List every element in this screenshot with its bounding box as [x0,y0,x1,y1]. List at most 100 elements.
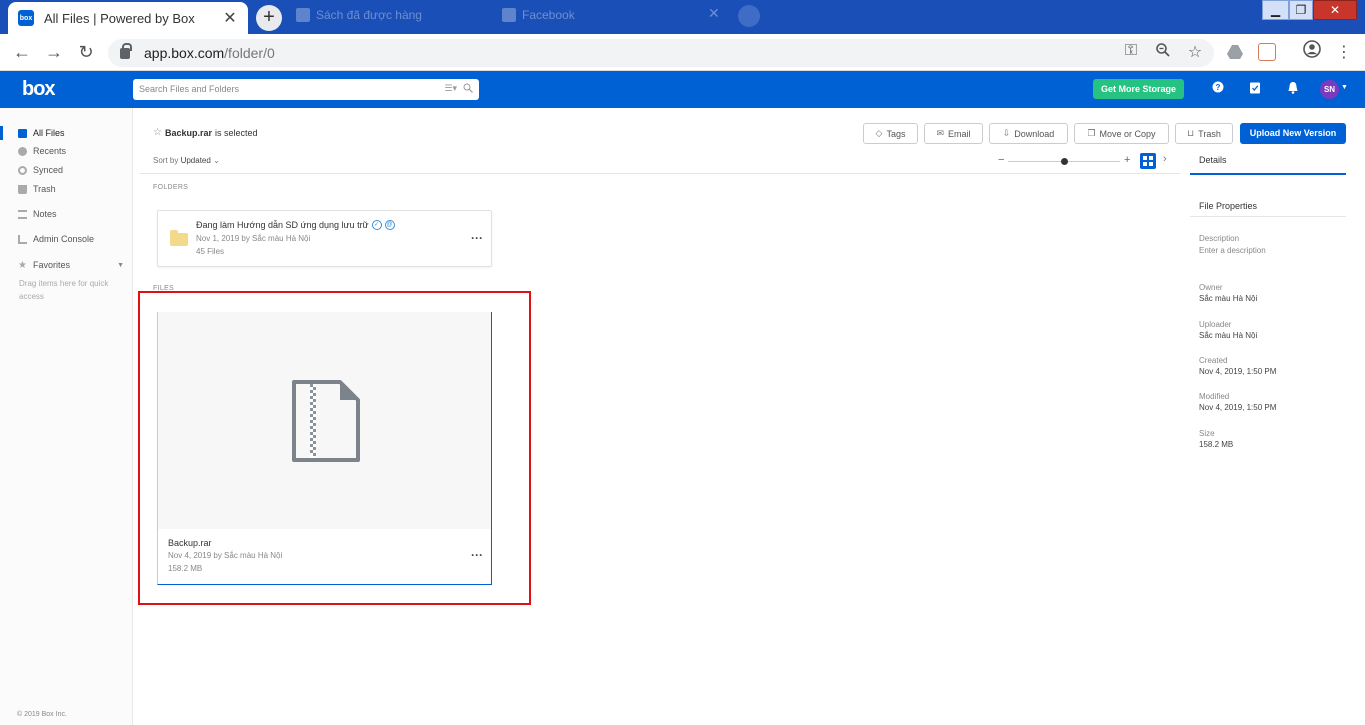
upload-new-version-button[interactable]: Upload New Version [1240,123,1346,144]
selection-status: ☆ Backup.rar is selected [153,127,258,138]
sidebar-item-all-files[interactable]: All Files [0,124,132,142]
key-icon[interactable]: ⚿ [1121,42,1141,60]
sidebar-item-trash[interactable]: Trash [0,180,132,198]
details-tab-underline [1190,173,1346,175]
chevron-right-icon[interactable]: › [1163,153,1167,165]
reload-icon[interactable]: ↻ [76,42,96,62]
favorite-star-icon[interactable]: ☆ [153,127,162,138]
tab-title: All Files | Powered by Box [44,10,195,26]
tags-button[interactable]: ◇ Tags [863,123,918,144]
svg-text:?: ? [1216,83,1221,92]
address-bar-row: ← → ↻ app.box.com /folder/0 ⚿ ☆ ⋮ [0,34,1365,71]
folder-name-row: Đang làm Hướng dẫn SD ứng dụng lưu trữ ✓… [196,220,395,230]
browser-tab-bar: box All Files | Powered by Box ✕ + Sách … [0,0,1365,34]
background-tab-1[interactable]: Sách đã được hàng [316,8,476,22]
move-or-copy-button[interactable]: ❐ Move or Copy [1074,123,1169,144]
box-logo[interactable]: box [22,78,56,101]
profile-icon[interactable] [1302,40,1322,63]
background-newtab-icon[interactable] [738,5,760,27]
bookmark-star-icon[interactable]: ☆ [1185,42,1205,62]
favorites-hint: Drag items here for quick access [19,279,109,301]
zoom-in-icon[interactable]: + [1124,154,1130,166]
trash-icon [18,184,27,194]
folder-icon [170,230,188,246]
browser-tab-active[interactable]: box All Files | Powered by Box ✕ [8,2,248,34]
avatar-chevron-down-icon[interactable]: ▼ [1341,84,1348,91]
file-properties-heading[interactable]: File Properties [1199,201,1257,211]
grid-view-icon[interactable] [1140,153,1156,169]
email-button[interactable]: ✉ Email [924,123,983,144]
facebook-favicon-icon [502,8,516,22]
clock-icon [18,146,27,156]
sort-chevron-down-icon: ⌄ [213,156,220,165]
close-tab-icon[interactable]: ✕ [222,8,238,28]
sidebar-item-notes[interactable]: Notes [0,205,132,223]
search-icon[interactable] [463,83,473,93]
zoom-slider-handle[interactable] [1061,158,1068,165]
folder-more-options-icon[interactable]: ··· [471,231,483,245]
move-label: Move or Copy [1099,128,1156,139]
favorites-chevron-down-icon[interactable]: ▼ [117,262,124,269]
description-field[interactable]: Enter a description [1199,246,1266,255]
collaboration-icon: @ [384,220,395,230]
search-input[interactable]: Search Files and Folders ☰▾ [133,79,479,100]
trash-icon: ⊔ [1187,128,1195,138]
folder-card[interactable]: Đang làm Hướng dẫn SD ứng dụng lưu trữ ✓… [157,210,492,267]
background-tab-close-icon[interactable]: ✕ [708,5,720,22]
get-more-storage-button[interactable]: Get More Storage [1093,79,1184,99]
new-tab-button[interactable]: + [256,5,282,31]
user-avatar[interactable]: SN [1320,80,1339,99]
tags-label: Tags [886,128,906,139]
tab-details[interactable]: Details [1199,155,1227,165]
tasks-icon[interactable] [1247,81,1263,97]
selected-suffix: is selected [215,127,258,138]
owner-value: Sắc màu Hà Nội [1199,294,1258,303]
modified-value: Nov 4, 2019, 1:50 PM [1199,403,1277,412]
folder-file-count: 45 Files [196,247,225,256]
browser-menu-icon[interactable]: ⋮ [1334,42,1354,62]
sidebar-item-label: Favorites [33,260,71,270]
calendar-extension-icon[interactable] [1258,43,1276,61]
search-placeholder: Search Files and Folders [139,84,240,94]
sidebar-item-label: Notes [33,209,57,219]
description-label: Description [1199,234,1240,243]
back-icon[interactable]: ← [12,42,32,62]
size-label: Size [1199,429,1215,438]
size-value: 158.2 MB [1199,440,1234,449]
help-icon[interactable]: ? [1210,81,1226,97]
download-icon: ⇩ [1002,128,1011,138]
notifications-bell-icon[interactable] [1285,81,1301,97]
window-close-button[interactable]: ✕ [1313,0,1357,20]
highlight-annotation-box [138,291,531,605]
tag-icon: ◇ [875,128,883,138]
sort-value: Updated [180,156,211,165]
folder-name[interactable]: Đang làm Hướng dẫn SD ứng dụng lưu trữ [196,220,369,230]
drive-extension-icon[interactable] [1226,43,1244,61]
sidebar-item-label: Admin Console [33,234,95,244]
minimize-button[interactable]: ▁ [1262,0,1289,20]
created-value: Nov 4, 2019, 1:50 PM [1199,367,1277,376]
box-header: box Search Files and Folders ☰▾ Get More… [0,71,1365,108]
sidebar-item-favorites[interactable]: ★ Favorites ▼ [0,256,132,274]
folder-icon [18,128,27,138]
trash-button[interactable]: ⊔ Trash [1175,123,1233,144]
sidebar-item-recents[interactable]: Recents [0,142,132,160]
forward-icon[interactable]: → [44,42,64,62]
copy-icon: ❐ [1087,128,1096,138]
zoom-icon[interactable] [1153,42,1173,63]
sidebar-item-admin-console[interactable]: Admin Console [0,230,132,248]
sidebar-item-synced[interactable]: Synced [0,161,132,179]
box-favicon-icon: box [18,10,34,26]
maximize-button[interactable]: ❐ [1289,0,1313,20]
sort-dropdown[interactable]: Sort by Updated ⌄ [153,156,220,165]
bg-tab-favicon-icon [296,8,310,22]
toolbar-divider [140,173,1180,174]
search-filter-icon[interactable]: ☰▾ [444,83,457,94]
background-tab-2[interactable]: Facebook [522,8,575,22]
selected-file-name: Backup.rar [164,127,212,138]
url-field[interactable]: app.box.com /folder/0 [108,39,1214,67]
lock-icon [120,42,132,59]
created-label: Created [1199,356,1228,365]
download-button[interactable]: ⇩ Download [989,123,1068,144]
zoom-out-icon[interactable]: − [998,154,1004,166]
